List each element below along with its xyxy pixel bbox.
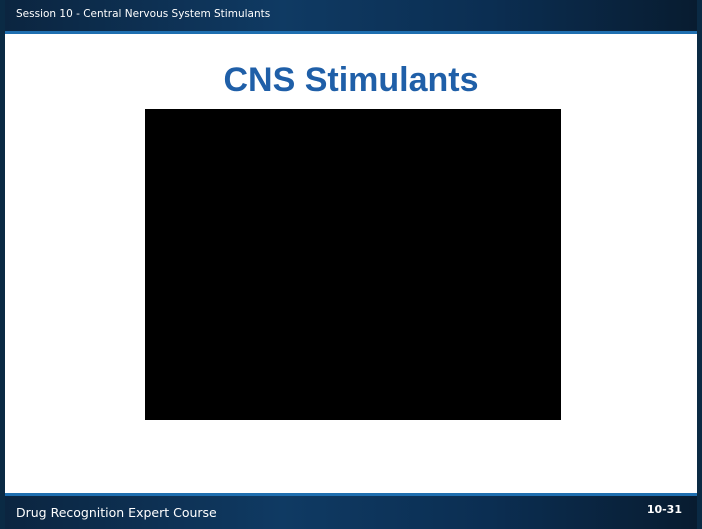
slide-number: 10-31 xyxy=(646,503,682,516)
slide: Session 10 - Central Nervous System Stim… xyxy=(0,0,702,529)
session-label: Session 10 - Central Nervous System Stim… xyxy=(16,8,271,20)
video-area[interactable] xyxy=(145,109,561,420)
slide-title: CNS Stimulants xyxy=(223,61,479,99)
footer-bar: Drug Recognition Expert Course 10-31 xyxy=(5,493,697,529)
course-label: Drug Recognition Expert Course xyxy=(16,505,217,520)
header-bar: Session 10 - Central Nervous System Stim… xyxy=(5,0,697,34)
